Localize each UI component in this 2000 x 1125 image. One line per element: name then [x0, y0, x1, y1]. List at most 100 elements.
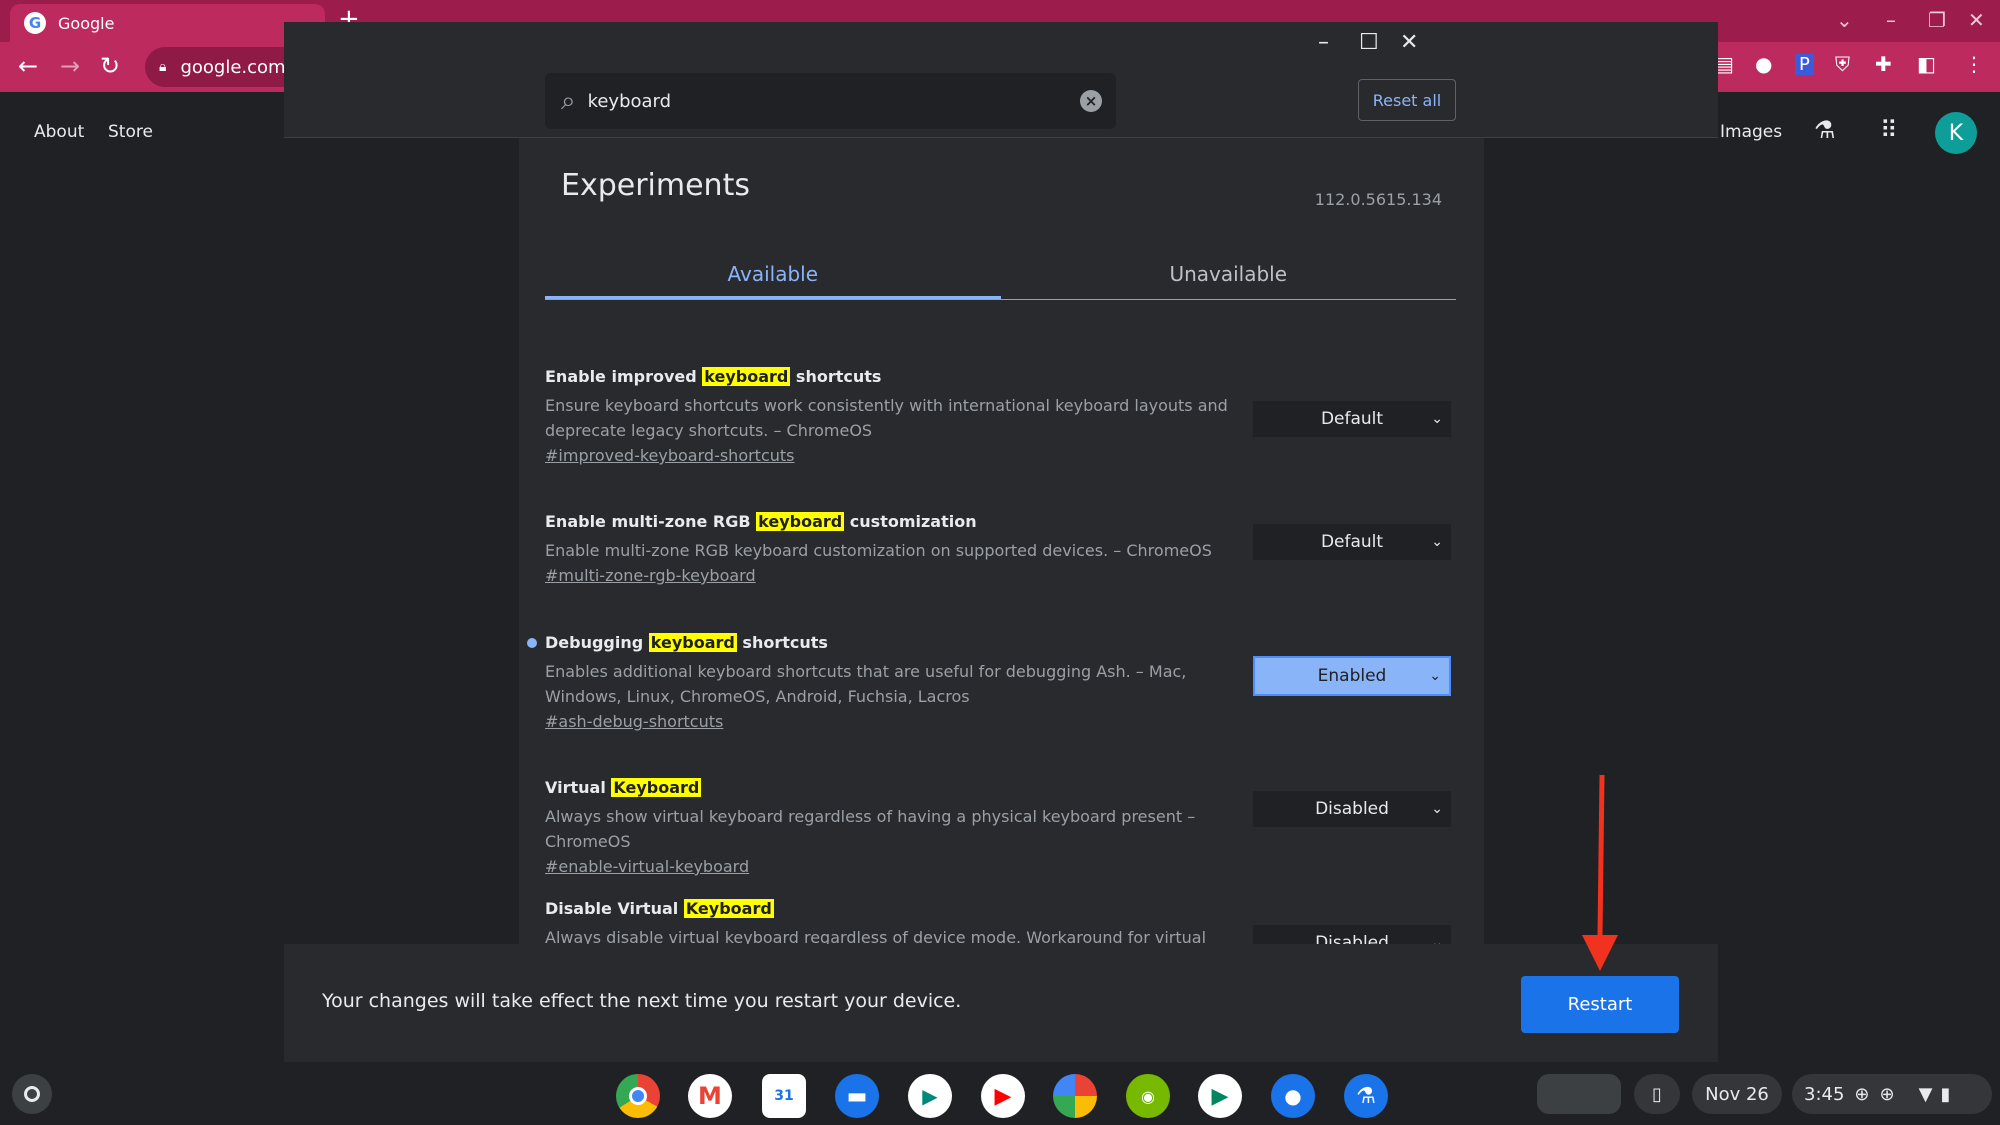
experiment-item: Disable Virtual Keyboard Always disable … [545, 899, 1456, 944]
chevron-down-icon: ⌄ [1431, 411, 1443, 427]
youtube-icon[interactable]: ▶ [981, 1074, 1025, 1118]
experiment-name: Disable Virtual Keyboard [545, 899, 774, 918]
experiment-tabs: Available Unavailable [545, 256, 1456, 300]
search-input[interactable]: ⌕ keyboard × [545, 73, 1116, 129]
shield-icon[interactable]: ⛨ [1835, 52, 1850, 76]
restart-button[interactable]: Restart [1521, 976, 1679, 1033]
search-highlight: keyboard [702, 367, 791, 386]
minimize-icon[interactable]: – [1886, 8, 1896, 32]
experiment-item: Virtual Keyboard Always show virtual key… [545, 778, 1456, 876]
phone-hub-icon[interactable]: ▯ [1634, 1074, 1680, 1114]
experiment-select[interactable]: Enabled ⌄ [1253, 656, 1451, 696]
experiment-description: Enable multi-zone RGB keyboard customiza… [545, 541, 1212, 560]
launcher-button[interactable] [12, 1074, 52, 1114]
tab-search-chevron-icon[interactable]: ⌄ [1836, 8, 1853, 32]
time-label: 3:45 [1804, 1083, 1845, 1105]
puzzle-icon[interactable]: ✚ [1875, 52, 1892, 76]
extension-badge-icon[interactable]: ● [1755, 52, 1772, 76]
experiment-select[interactable]: Default ⌄ [1253, 524, 1451, 560]
side-panel-icon[interactable]: ◧ [1917, 52, 1936, 76]
search-icon: ⌕ [561, 85, 576, 116]
chevron-down-icon: ⌄ [1429, 668, 1441, 684]
back-icon[interactable]: ← [18, 52, 38, 80]
shelf: M 31 ▬ ▶ ▶ ◉ ▶ ● ⚗ ▯ Nov 26 3:45 ⊕ ⊕ ▼ ▮ [0, 1062, 2000, 1125]
version-label: 112.0.5615.134 [1314, 190, 1442, 209]
labs-icon[interactable]: ⚗ [1814, 116, 1836, 144]
nvidia-icon[interactable]: ◉ [1126, 1074, 1170, 1118]
status-area[interactable]: 3:45 ⊕ ⊕ ▼ ▮ [1792, 1074, 1992, 1114]
modified-indicator-icon [527, 638, 537, 648]
add-icon: ⊕ [1879, 1083, 1895, 1105]
google-favicon-icon: G [24, 12, 46, 34]
clear-search-icon[interactable]: × [1080, 90, 1102, 112]
images-link[interactable]: Images [1720, 122, 1782, 142]
experiment-description: Always disable virtual keyboard regardle… [545, 928, 1207, 944]
page-title: Experiments [561, 168, 750, 203]
photos-icon[interactable] [1053, 1074, 1097, 1118]
experiment-item: Enable multi-zone RGB keyboard customiza… [545, 512, 1456, 585]
experiment-item: Enable improved keyboard shortcuts Ensur… [545, 367, 1456, 465]
search-value: keyboard [587, 90, 672, 112]
experiment-select[interactable]: Disabled ⌄ [1253, 791, 1451, 827]
experiment-description: Ensure keyboard shortcuts work consisten… [545, 396, 1228, 440]
meet-icon[interactable]: ▶ [908, 1074, 952, 1118]
date-label[interactable]: Nov 26 [1692, 1074, 1782, 1114]
experiment-item: Debugging keyboard shortcuts Enables add… [527, 633, 1456, 731]
experiment-name: Enable improved keyboard shortcuts [545, 367, 882, 386]
minimize-icon[interactable]: – [1318, 30, 1329, 55]
chevron-down-icon: ⌄ [1431, 935, 1443, 944]
search-highlight: Keyboard [611, 778, 702, 797]
flags-header: – ☐ ✕ ⌕ keyboard × Reset all [284, 22, 1718, 138]
close-icon[interactable]: ✕ [1400, 30, 1418, 55]
tab-available[interactable]: Available [545, 256, 1001, 299]
tab-title: Google [58, 13, 115, 33]
upload-icon: ⊕ [1854, 1083, 1870, 1105]
experiment-select[interactable]: Default ⌄ [1253, 401, 1451, 437]
window-preview[interactable] [1537, 1074, 1621, 1114]
annotation-arrow-icon [1582, 775, 1618, 971]
launcher-icon [24, 1086, 40, 1102]
forward-icon[interactable]: → [60, 52, 80, 80]
experiments-panel: Experiments 112.0.5615.134 Available Una… [519, 138, 1484, 944]
chevron-down-icon: ⌄ [1431, 534, 1443, 550]
gmail-icon[interactable]: M [688, 1074, 732, 1118]
experiment-description: Always show virtual keyboard regardless … [545, 807, 1196, 851]
url-text: google.com [180, 56, 286, 78]
more-menu-icon[interactable]: ⋮ [1964, 52, 1984, 76]
flags-window: – ☐ ✕ ⌕ keyboard × Reset all Experiments… [284, 22, 1718, 1062]
experiment-link[interactable]: #multi-zone-rgb-keyboard [545, 566, 756, 585]
restart-bar: Your changes will take effect the next t… [284, 944, 1718, 1062]
restore-icon[interactable]: ❐ [1928, 8, 1946, 32]
maximize-icon[interactable]: ☐ [1359, 30, 1379, 55]
experiment-link[interactable]: #enable-virtual-keyboard [545, 857, 749, 876]
experiment-link[interactable]: #improved-keyboard-shortcuts [545, 446, 795, 465]
reload-icon[interactable]: ↻ [100, 52, 120, 80]
search-highlight: Keyboard [683, 899, 774, 918]
reset-all-button[interactable]: Reset all [1358, 79, 1456, 121]
files-icon[interactable]: ▬ [835, 1074, 879, 1118]
apps-grid-icon[interactable]: ⠿ [1880, 116, 1898, 144]
messages-icon[interactable]: ● [1271, 1074, 1315, 1118]
tab-unavailable[interactable]: Unavailable [1001, 256, 1457, 299]
lock-icon: 🔒︎ [159, 59, 167, 75]
experiment-link[interactable]: #ash-debug-shortcuts [545, 712, 723, 731]
experiment-name: Debugging keyboard shortcuts [545, 633, 828, 652]
play-store-icon[interactable]: ▶ [1198, 1074, 1242, 1118]
experiment-select[interactable]: Disabled ⌄ [1253, 925, 1451, 944]
about-link[interactable]: About [34, 122, 84, 142]
close-icon[interactable]: ✕ [1968, 8, 1985, 32]
battery-icon: ▮ [1940, 1083, 1951, 1105]
experiment-description: Enables additional keyboard shortcuts th… [545, 662, 1187, 706]
restart-message: Your changes will take effect the next t… [322, 990, 962, 1012]
store-link[interactable]: Store [108, 122, 153, 142]
wifi-icon: ▼ [1918, 1083, 1933, 1105]
flags-icon[interactable]: ⚗ [1344, 1074, 1388, 1118]
p-extension-icon[interactable]: P [1795, 54, 1814, 75]
browser-tab[interactable]: G Google ⌄ [10, 4, 325, 42]
search-highlight: keyboard [756, 512, 845, 531]
calendar-icon[interactable]: 31 [762, 1074, 806, 1118]
chevron-down-icon: ⌄ [1431, 801, 1443, 817]
avatar[interactable]: K [1935, 112, 1977, 154]
chrome-icon[interactable] [616, 1074, 660, 1118]
search-highlight: keyboard [648, 633, 737, 652]
